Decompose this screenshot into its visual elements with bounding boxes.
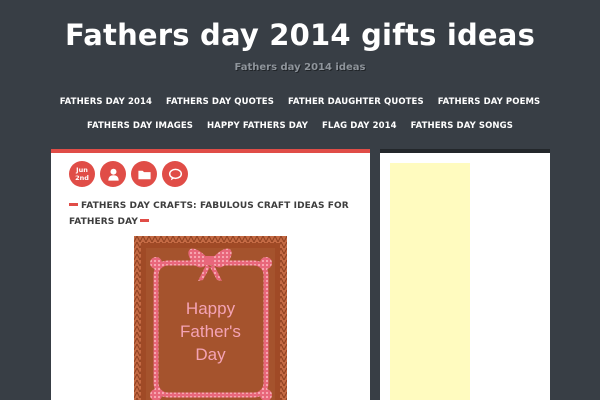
- date-badge[interactable]: Jun 2nd: [69, 161, 95, 187]
- nav-item-fathers-day-poems[interactable]: FATHERS DAY POEMS: [438, 97, 541, 107]
- comments-button[interactable]: [162, 161, 188, 187]
- sidebar-ad-banner[interactable]: [390, 163, 470, 400]
- folder-icon: [137, 170, 151, 179]
- nav-item-fathers-day-quotes[interactable]: FATHERS DAY QUOTES: [166, 97, 274, 107]
- nav-item-fathers-day-2014[interactable]: FATHERS DAY 2014: [60, 97, 152, 107]
- sidebar: [380, 149, 550, 400]
- title-dash-left: [69, 203, 78, 206]
- nav-item-happy-fathers-day[interactable]: HAPPY FATHERS DAY: [207, 121, 308, 131]
- nav-item-fathers-day-images[interactable]: FATHERS DAY IMAGES: [87, 121, 193, 131]
- post-card: Jun 2nd FATHERS DAY CRAFTS: FABULOUS CRA…: [51, 149, 370, 400]
- date-day: 2nd: [75, 174, 89, 182]
- nav-item-fathers-day-songs[interactable]: FATHERS DAY SONGS: [411, 121, 513, 131]
- comment-icon: [168, 168, 182, 180]
- post-title[interactable]: FATHERS DAY CRAFTS: FABULOUS CRAFT IDEAS…: [69, 198, 354, 230]
- site-description: Fathers day 2014 ideas: [234, 62, 366, 73]
- card-text-line-2: Father's: [180, 322, 241, 341]
- card-text-line-1: Happy: [186, 299, 236, 318]
- fathers-day-card-image: Happy Father's Day: [134, 236, 287, 400]
- category-button[interactable]: [131, 161, 157, 187]
- post-meta: Jun 2nd: [69, 161, 188, 187]
- date-month: Jun: [76, 166, 88, 174]
- nav-row-1: FATHERS DAY 2014 FATHERS DAY QUOTES FATH…: [0, 97, 600, 107]
- post-title-text[interactable]: FATHERS DAY CRAFTS: FABULOUS CRAFT IDEAS…: [69, 201, 349, 227]
- post-image[interactable]: Happy Father's Day: [134, 236, 287, 400]
- author-button[interactable]: [100, 161, 126, 187]
- card-text-line-3: Day: [195, 345, 226, 364]
- nav-row-2: FATHERS DAY IMAGES HAPPY FATHERS DAY FLA…: [0, 121, 600, 131]
- site-title[interactable]: Fathers day 2014 gifts ideas: [0, 18, 600, 52]
- user-icon: [107, 168, 119, 181]
- nav-item-flag-day-2014[interactable]: FLAG DAY 2014: [322, 121, 397, 131]
- nav-item-father-daughter-quotes[interactable]: FATHER DAUGHTER QUOTES: [288, 97, 424, 107]
- title-dash-right: [139, 219, 149, 222]
